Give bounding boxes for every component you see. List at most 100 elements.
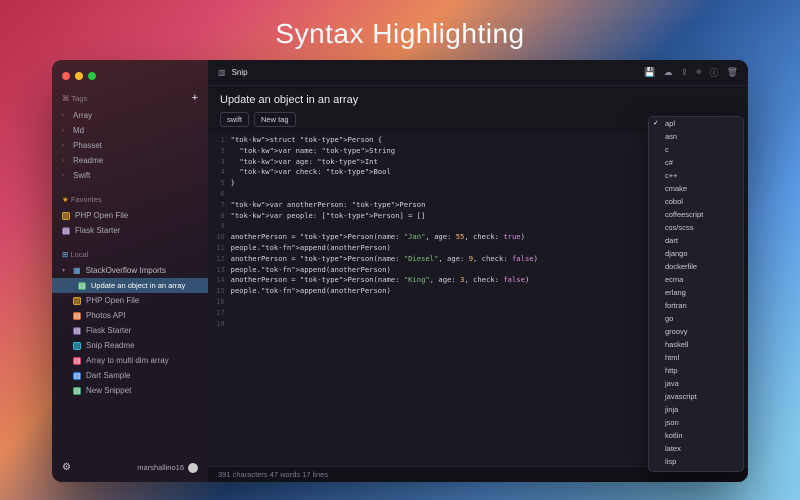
lang-option-lisp[interactable]: lisp: [649, 455, 743, 468]
lang-option-latex[interactable]: latex: [649, 442, 743, 455]
lang-option-cmake[interactable]: cmake: [649, 182, 743, 195]
maximize-window-button[interactable]: [88, 72, 96, 80]
share-icon[interactable]: ⇪: [681, 67, 689, 78]
lang-option-c-[interactable]: c++: [649, 169, 743, 182]
file-icon: ▤: [73, 327, 81, 335]
sidebar-toggle-icon[interactable]: ▥: [218, 68, 226, 77]
lang-option-java[interactable]: java: [649, 377, 743, 390]
sidebar-tag-readme[interactable]: ›Readme: [52, 153, 208, 168]
item-label: Array to multi dim array: [86, 356, 169, 365]
sidebar: ⌘ Tags + ›Array›Md›Phasset›Readme›Swift …: [52, 60, 208, 482]
file-icon: ▤: [62, 227, 70, 235]
lang-option-ecma[interactable]: ecma: [649, 273, 743, 286]
cloud-icon[interactable]: ☁: [664, 67, 673, 78]
lang-option-c-[interactable]: c#: [649, 156, 743, 169]
lang-option-html[interactable]: html: [649, 351, 743, 364]
lang-option-http[interactable]: http: [649, 364, 743, 377]
info-icon[interactable]: ⓘ: [710, 66, 719, 79]
lang-option-cobol[interactable]: cobol: [649, 195, 743, 208]
item-label: PHP Open File: [86, 296, 139, 305]
tags-header: ⌘ Tags: [62, 94, 87, 103]
lang-option-fortran[interactable]: fortran: [649, 299, 743, 312]
sidebar-local-snip-readme[interactable]: ▤ Snip Readme: [52, 338, 208, 353]
save-icon[interactable]: 💾: [644, 67, 655, 78]
footer-username: marshallino16: [137, 463, 184, 472]
sidebar-local-dart-sample[interactable]: ▤ Dart Sample: [52, 368, 208, 383]
app-window: ⌘ Tags + ›Array›Md›Phasset›Readme›Swift …: [52, 60, 748, 482]
lang-option-coffeescript[interactable]: coffeescript: [649, 208, 743, 221]
tag-label: Md: [73, 126, 84, 135]
lang-option-jinja[interactable]: jinja: [649, 403, 743, 416]
lang-option-erlang[interactable]: erlang: [649, 286, 743, 299]
chevron-right-icon: ›: [62, 143, 68, 149]
tag-label: Array: [73, 111, 92, 120]
status-text: 391 characters 47 words 17 lines: [218, 470, 328, 479]
github-icon[interactable]: [188, 463, 198, 473]
main-panel: ▥ Snip 💾 ☁ ⇪ ⍟ ⓘ 🗑 Update an object in a…: [208, 60, 748, 482]
chevron-down-icon: ▾: [62, 267, 68, 274]
favorites-header: ★ Favorites: [62, 195, 102, 204]
lang-option-css-scss[interactable]: css/scss: [649, 221, 743, 234]
sidebar-tag-array[interactable]: › Array: [52, 108, 208, 123]
file-icon: ▤: [73, 372, 81, 380]
lang-option-c[interactable]: c: [649, 143, 743, 156]
lang-option-json[interactable]: json: [649, 416, 743, 429]
window-controls: [52, 68, 208, 86]
item-label: Snip Readme: [86, 341, 134, 350]
lang-option-groovy[interactable]: groovy: [649, 325, 743, 338]
lang-option-dart[interactable]: dart: [649, 234, 743, 247]
chevron-right-icon: ›: [62, 128, 68, 134]
sidebar-tag-swift[interactable]: › Swift: [52, 168, 208, 183]
tag-label: Swift: [73, 171, 90, 180]
item-label: PHP Open File: [75, 211, 128, 220]
sidebar-local-array-to-multi-dim-array[interactable]: ▤Array to multi dim array: [52, 353, 208, 368]
snippet-title[interactable]: Update an object in an array: [208, 86, 748, 112]
minimize-window-button[interactable]: [75, 72, 83, 80]
add-tag-button[interactable]: +: [192, 92, 198, 104]
lang-option-javascript[interactable]: javascript: [649, 390, 743, 403]
lang-option-go[interactable]: go: [649, 312, 743, 325]
item-label: Photos API: [86, 311, 126, 320]
lang-option-kotlin[interactable]: kotlin: [649, 429, 743, 442]
sidebar-fav-php-open-file[interactable]: ▤ PHP Open File: [52, 208, 208, 223]
app-name: Snip: [232, 68, 248, 77]
settings-icon[interactable]: ⚙: [62, 462, 71, 473]
lang-option-haskell[interactable]: haskell: [649, 338, 743, 351]
chevron-right-icon: ›: [62, 173, 68, 179]
local-header: ⊞ Local: [62, 250, 88, 259]
snippet-icon: ▤: [78, 282, 86, 290]
line-gutter: 123456789101112131415161718: [216, 135, 231, 466]
file-icon: ▤: [73, 342, 81, 350]
chevron-right-icon: ›: [62, 158, 68, 164]
close-window-button[interactable]: [62, 72, 70, 80]
language-dropdown[interactable]: aplasncc#c++cmakecobolcoffeescriptcss/sc…: [648, 116, 744, 472]
tag-chip-new-tag[interactable]: New tag: [254, 112, 296, 127]
lang-option-django[interactable]: django: [649, 247, 743, 260]
main-toolbar: ▥ Snip 💾 ☁ ⇪ ⍟ ⓘ 🗑: [208, 60, 748, 86]
sidebar-tag-md[interactable]: › Md: [52, 123, 208, 138]
lang-option-dockerfile[interactable]: dockerfile: [649, 260, 743, 273]
sidebar-folder-stackoverflow[interactable]: ▾ ▦ StackOverflow Imports: [52, 263, 208, 278]
code-content[interactable]: "tok-kw">struct "tok-type">Person { "tok…: [231, 135, 538, 466]
chevron-right-icon: ›: [62, 113, 68, 119]
sidebar-local-flask-starter[interactable]: ▤ Flask Starter: [52, 323, 208, 338]
item-label: Dart Sample: [86, 371, 130, 380]
lang-option-apl[interactable]: apl: [649, 117, 743, 130]
bookmark-icon[interactable]: ⍟: [696, 67, 701, 78]
tag-chip-swift[interactable]: swift: [220, 112, 249, 127]
sidebar-tag-phasset[interactable]: ›Phasset: [52, 138, 208, 153]
snippet-label: Update an object in an array: [91, 281, 185, 290]
lang-option-asn[interactable]: asn: [649, 130, 743, 143]
item-label: Flask Starter: [75, 226, 120, 235]
sidebar-local-new-snippet[interactable]: ▤New Snippet: [52, 383, 208, 398]
sidebar-local-photos-api[interactable]: ▤Photos API: [52, 308, 208, 323]
file-icon: ▤: [73, 297, 81, 305]
sidebar-local-php-open-file[interactable]: ▤ PHP Open File: [52, 293, 208, 308]
sidebar-item-selected-snippet[interactable]: ▤ Update an object in an array: [52, 278, 208, 293]
folder-icon: ▦: [73, 266, 81, 275]
trash-icon[interactable]: 🗑: [727, 67, 738, 78]
lang-option-lua[interactable]: lua: [649, 468, 743, 472]
file-icon: ▤: [62, 212, 70, 220]
item-label: Flask Starter: [86, 326, 131, 335]
sidebar-fav-flask-starter[interactable]: ▤ Flask Starter: [52, 223, 208, 238]
